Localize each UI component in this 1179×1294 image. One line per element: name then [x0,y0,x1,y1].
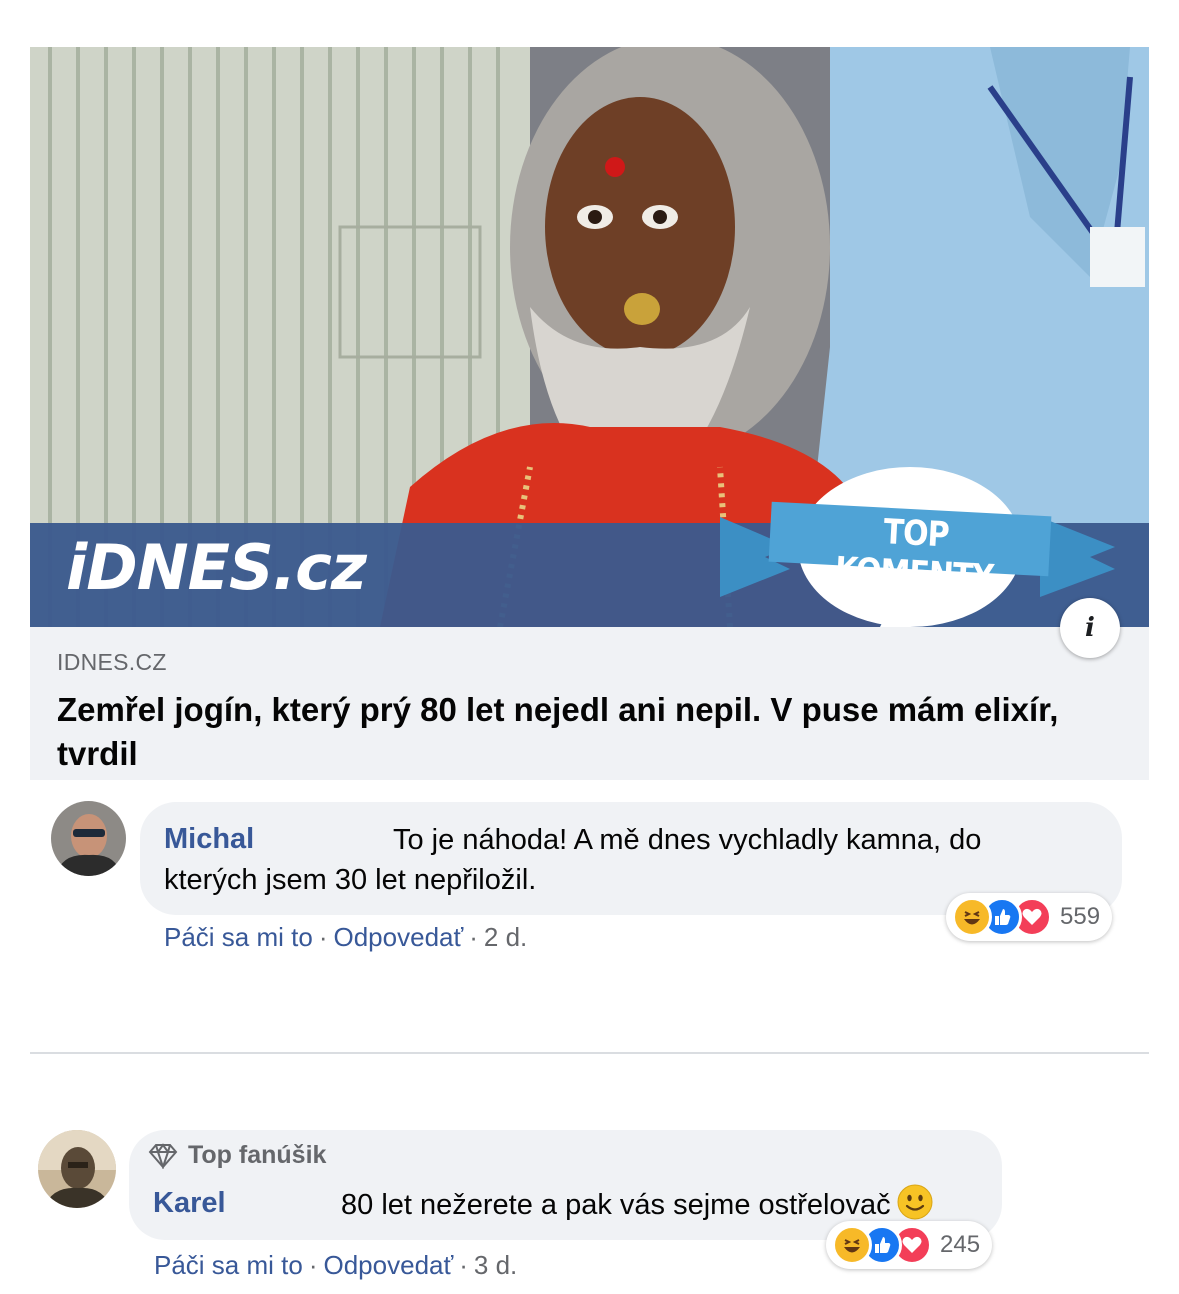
link-headline[interactable]: Zemřel jogín, který prý 80 let nejedl an… [57,688,1097,776]
link-domain: IDNES.CZ [57,649,167,675]
comment-divider [30,1052,1149,1054]
comment-actions: Páči sa mi to · Odpovedať · 2 d. [164,922,527,953]
comment-actions: Páči sa mi to · Odpovedať · 3 d. [154,1250,517,1281]
top-comments-badge: TOP KOMENTY [833,512,994,599]
comment-text: 80 let nežerete a pak vás sejme ostřelov… [341,1184,933,1225]
comment-author[interactable]: Karel [153,1187,226,1220]
like-link[interactable]: Páči sa mi to [164,922,313,952]
avatar[interactable] [38,1130,116,1208]
link-meta[interactable]: IDNES.CZ Zemřel jogín, který prý 80 let … [30,627,1149,780]
top-fan-label: Top fanúšik [188,1141,327,1169]
reaction-count: 245 [940,1231,981,1258]
info-icon[interactable]: i [1060,598,1120,658]
comment-text-content: 80 let nežerete a pak vás sejme ostřelov… [341,1189,891,1221]
separator: · [318,922,328,952]
separator: · [308,1250,318,1280]
top-fan-badge: Top fanúšik [148,1141,326,1170]
like-link[interactable]: Páči sa mi to [154,1250,303,1280]
avatar-photo-michal [51,801,126,876]
reaction-count: 559 [1060,903,1101,930]
haha-icon [952,897,992,937]
reply-link[interactable]: Odpovedať [324,1250,454,1280]
comment-timestamp[interactable]: 2 d. [484,922,527,952]
reply-link[interactable]: Odpovedať [334,922,464,952]
comment-text: To je náhoda! A mě dnes vychladly kamna,… [164,820,1064,900]
reaction-summary[interactable]: 559 [946,893,1113,941]
separator: · [459,1250,468,1280]
haha-icon [832,1225,872,1265]
avatar-photo-karel [38,1130,116,1208]
avatar[interactable] [51,801,126,876]
idnes-logo: iDNES.cz [66,531,367,604]
diamond-icon [148,1142,178,1169]
idnes-logo-text: iDNES.cz [66,531,367,604]
slightly-smiling-face-icon [897,1184,933,1220]
article-image[interactable]: iDNES.cz TOP KOMENTY [30,47,1149,627]
separator: · [469,922,478,952]
reaction-summary[interactable]: 245 [826,1221,993,1269]
link-preview-card[interactable]: iDNES.cz TOP KOMENTY i IDNES.CZ Zemřel j… [30,47,1149,780]
comment-text-content: To je náhoda! A mě dnes vychladly kamna,… [164,824,982,896]
comment-timestamp[interactable]: 3 d. [474,1250,517,1280]
